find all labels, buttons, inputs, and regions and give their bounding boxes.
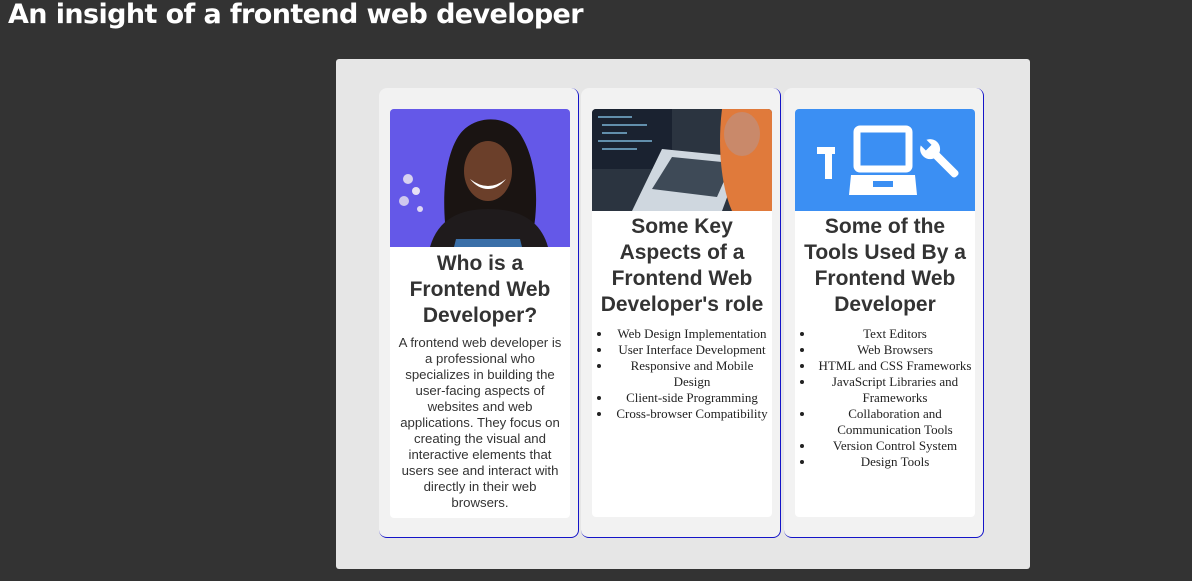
card-content: Some of the Tools Used By a Frontend Web…: [795, 109, 975, 517]
card-tools: Some of the Tools Used By a Frontend Web…: [784, 88, 984, 538]
card-title: Some Key Aspects of a Frontend Web Devel…: [600, 215, 764, 316]
page-title: An insight of a frontend web developer: [8, 0, 584, 30]
card-content: Some Key Aspects of a Frontend Web Devel…: [592, 109, 772, 517]
list-item: Client-side Programming: [612, 390, 772, 406]
developer-portrait-image: [390, 109, 570, 247]
list-item: Web Design Implementation: [612, 326, 772, 342]
card-description: A frontend web developer is a profession…: [398, 335, 562, 510]
aspects-list: Web Design Implementation User Interface…: [592, 326, 772, 422]
card-title: Who is a Frontend Web Developer?: [409, 252, 551, 327]
list-item: Web Browsers: [815, 342, 975, 358]
coding-laptop-image: [592, 109, 772, 211]
card-key-aspects: Some Key Aspects of a Frontend Web Devel…: [581, 88, 781, 538]
card-content: Who is a Frontend Web Developer? A front…: [390, 109, 570, 518]
list-item: User Interface Development: [612, 342, 772, 358]
list-item: JavaScript Libraries and Frameworks: [815, 374, 975, 406]
list-item: Version Control System: [815, 438, 975, 454]
tools-list: Text Editors Web Browsers HTML and CSS F…: [795, 326, 975, 470]
card-who-is: Who is a Frontend Web Developer? A front…: [379, 88, 579, 538]
tools-icon-image: [795, 109, 975, 211]
list-item: Text Editors: [815, 326, 975, 342]
list-item: Design Tools: [815, 454, 975, 470]
list-item: Cross-browser Compatibility: [612, 406, 772, 422]
list-item: HTML and CSS Frameworks: [815, 358, 975, 374]
card-title: Some of the Tools Used By a Frontend Web…: [804, 215, 966, 316]
cards-panel: Who is a Frontend Web Developer? A front…: [336, 59, 1030, 569]
list-item: Collaboration and Communication Tools: [815, 406, 975, 438]
list-item: Responsive and Mobile Design: [612, 358, 772, 390]
